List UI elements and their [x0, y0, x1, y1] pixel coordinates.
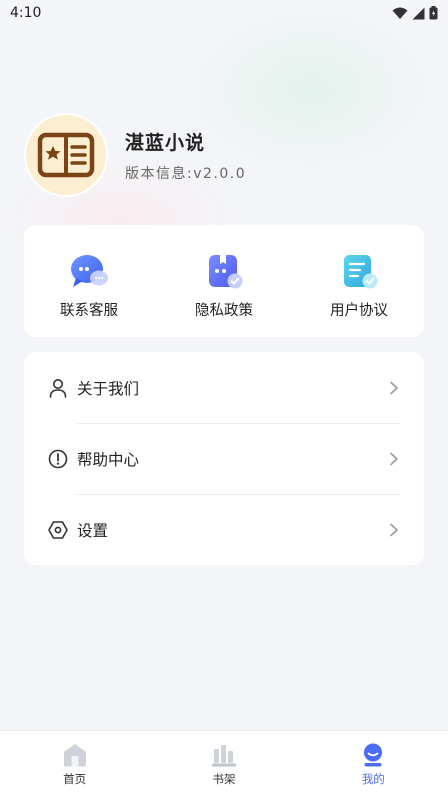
agreement-doc-icon [344, 255, 378, 289]
profile-icon [364, 743, 383, 767]
chevron-right-icon [390, 452, 398, 465]
bookshelf-icon [211, 745, 236, 767]
bottom-nav: 首页 书架 我的 [0, 730, 448, 797]
menu-card: 关于我们 帮助中心 设置 [24, 352, 424, 565]
nav-label: 我的 [361, 772, 385, 786]
chevron-right-icon [390, 381, 398, 394]
chevron-right-icon [390, 523, 398, 536]
status-time: 4:10 [10, 5, 42, 21]
shortcuts-card: 联系客服 隐私政策 用户协议 [24, 225, 424, 337]
wifi-icon [392, 7, 408, 19]
nav-item-bookshelf[interactable]: 书架 [174, 731, 274, 787]
home-icon [63, 744, 86, 767]
settings-hex-icon [48, 520, 68, 540]
chat-bubble-icon [71, 255, 108, 287]
menu-item-help-center[interactable]: 帮助中心 [24, 423, 424, 494]
menu-label: 关于我们 [77, 379, 140, 398]
nav-item-home[interactable]: 首页 [25, 731, 125, 787]
status-icons [392, 6, 438, 20]
menu-item-about-us[interactable]: 关于我们 [24, 352, 424, 423]
person-icon [48, 378, 68, 398]
app-version: 版本信息:v2.0.0 [125, 165, 247, 182]
privacy-book-icon [209, 255, 243, 289]
help-exclamation-icon [48, 449, 68, 469]
app-name: 湛蓝小说 [125, 131, 206, 154]
nav-label: 书架 [212, 772, 236, 786]
shortcut-label: 用户协议 [330, 303, 388, 319]
app-logo-avatar [24, 113, 108, 197]
privacy-policy-button[interactable]: 隐私政策 [169, 225, 279, 337]
signal-icon [412, 7, 425, 19]
profile-header: 湛蓝小说 版本信息:v2.0.0 [24, 113, 246, 197]
battery-icon [429, 6, 438, 20]
menu-label: 帮助中心 [77, 450, 140, 469]
status-bar: 4:10 [0, 0, 448, 26]
contact-service-button[interactable]: 联系客服 [34, 225, 144, 337]
book-logo-icon [37, 132, 95, 178]
menu-item-settings[interactable]: 设置 [24, 494, 424, 565]
shortcut-label: 联系客服 [60, 303, 118, 319]
nav-label: 首页 [63, 772, 87, 786]
menu-label: 设置 [77, 521, 109, 540]
shortcut-label: 隐私政策 [195, 303, 253, 319]
user-agreement-button[interactable]: 用户协议 [304, 225, 414, 337]
nav-item-mine[interactable]: 我的 [323, 731, 423, 787]
